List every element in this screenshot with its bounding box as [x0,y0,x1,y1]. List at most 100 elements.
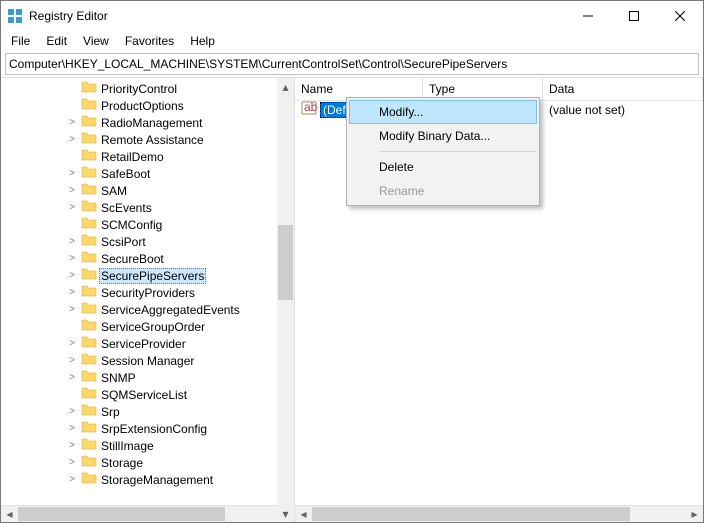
tree-item-label: ServiceProvider [99,337,188,351]
tree-item-label: PriorityControl [99,82,179,96]
expander-icon[interactable]: > [65,441,79,451]
context-modify[interactable]: Modify... [349,100,537,124]
tree-item[interactable]: > ServiceProvider [1,335,294,352]
tree-item-label: Remote Assistance [99,133,206,147]
expander-icon[interactable]: > [65,356,79,366]
folder-icon [79,97,99,114]
expander-icon[interactable]: > [65,135,79,145]
context-delete[interactable]: Delete [349,155,537,179]
scroll-left-icon[interactable]: ◂ [295,506,312,522]
folder-icon [79,301,99,318]
expander-icon[interactable]: > [65,186,79,196]
svg-text:ab: ab [304,100,317,114]
tree-item[interactable]: >RadioManagement [1,114,294,131]
close-button[interactable] [657,1,703,31]
tree-item[interactable]: > StillImage [1,437,294,454]
tree-item[interactable]: > StorageManagement [1,471,294,488]
expander-icon[interactable]: > [65,203,79,213]
tree-item[interactable]: > SrpExtensionConfig [1,420,294,437]
tree-horizontal-scrollbar[interactable]: ◂ ▸ [1,505,294,522]
tree-item[interactable]: > ServiceAggregatedEvents [1,301,294,318]
tree-item-label: SrpExtensionConfig [99,422,209,436]
context-delete-label: Delete [379,160,414,174]
scroll-track[interactable] [18,506,277,522]
tree-item[interactable]: >ScEvents [1,199,294,216]
expander-icon[interactable]: > [65,475,79,485]
tree-item[interactable]: >SAM [1,182,294,199]
folder-icon [79,148,99,165]
expander-icon[interactable]: > [65,458,79,468]
tree-item[interactable]: >ScsiPort [1,233,294,250]
maximize-button[interactable] [611,1,657,31]
expander-icon[interactable]: > [65,254,79,264]
tree-item[interactable]: SCMConfig [1,216,294,233]
tree-item-label: ProductOptions [99,99,186,113]
column-data[interactable]: Data [543,78,703,100]
tree-item-label: RetailDemo [99,150,166,164]
tree-item[interactable]: >SecurityProviders [1,284,294,301]
tree-item[interactable]: PriorityControl [1,80,294,97]
expander-icon[interactable]: > [65,118,79,128]
tree-item-label: SecureBoot [99,252,166,266]
value-data: (value not set) [543,103,703,117]
tree-item[interactable]: > SecureBoot [1,250,294,267]
tree-item[interactable]: >Session Manager [1,352,294,369]
scroll-right-icon[interactable]: ▸ [686,506,703,522]
expander-icon[interactable]: > [65,339,79,349]
tree-vertical-scrollbar[interactable]: ▴ ▾ [277,78,294,522]
list-horizontal-scrollbar[interactable]: ◂ ▸ [295,505,703,522]
tree-item-label: Srp [99,405,122,419]
menu-view[interactable]: View [75,32,117,50]
scroll-thumb[interactable] [18,507,225,521]
tree-item[interactable]: ServiceGroupOrder [1,318,294,335]
folder-icon [79,165,99,182]
tree-item-label: ServiceAggregatedEvents [99,303,242,317]
tree-item[interactable]: > Srp [1,403,294,420]
expander-icon[interactable]: > [65,237,79,247]
folder-icon [79,250,99,267]
expander-icon[interactable]: > [65,288,79,298]
string-value-icon: ab [301,100,320,119]
tree-item[interactable]: ProductOptions [1,97,294,114]
menu-edit[interactable]: Edit [38,32,75,50]
expander-icon[interactable]: > [65,271,79,281]
expander-icon[interactable]: > [65,169,79,179]
tree-item[interactable]: > SecurePipeServers [1,267,294,284]
scroll-track[interactable] [277,95,294,505]
menu-favorites[interactable]: Favorites [117,32,182,50]
app-icon [7,8,23,24]
tree-item[interactable]: RetailDemo [1,148,294,165]
scroll-up-icon[interactable]: ▴ [277,78,294,95]
scroll-thumb[interactable] [312,507,630,521]
tree-item-label: SQMServiceList [99,388,189,402]
tree-item-label: SecurePipeServers [99,268,206,284]
scroll-down-icon[interactable]: ▾ [277,505,294,522]
tree-item[interactable]: > Storage [1,454,294,471]
menu-file[interactable]: File [3,32,38,50]
tree-item[interactable]: > Remote Assistance [1,131,294,148]
context-modify-binary[interactable]: Modify Binary Data... [349,124,537,148]
registry-editor-window: Registry Editor File Edit View Favorites… [0,0,704,523]
address-text: Computer\HKEY_LOCAL_MACHINE\SYSTEM\Curre… [9,57,507,71]
expander-icon[interactable]: > [65,305,79,315]
expander-icon[interactable]: > [65,373,79,383]
tree-list[interactable]: PriorityControl ProductOptions>RadioManag… [1,78,294,505]
tree-pane: PriorityControl ProductOptions>RadioManag… [1,78,295,522]
folder-icon [79,267,99,284]
menu-help[interactable]: Help [182,32,223,50]
tree-item[interactable]: >SNMP [1,369,294,386]
address-bar[interactable]: Computer\HKEY_LOCAL_MACHINE\SYSTEM\Curre… [5,53,699,75]
scroll-track[interactable] [312,506,686,522]
scroll-thumb[interactable] [278,225,293,300]
tree-item-label: StorageManagement [99,473,215,487]
expander-icon[interactable]: > [65,407,79,417]
folder-icon [79,318,99,335]
tree-item[interactable]: SQMServiceList [1,386,294,403]
folder-icon [79,131,99,148]
scroll-left-icon[interactable]: ◂ [1,506,18,522]
tree-item-label: StillImage [99,439,156,453]
tree-item-label: Storage [99,456,145,470]
minimize-button[interactable] [565,1,611,31]
tree-item[interactable]: >SafeBoot [1,165,294,182]
expander-icon[interactable]: > [65,424,79,434]
